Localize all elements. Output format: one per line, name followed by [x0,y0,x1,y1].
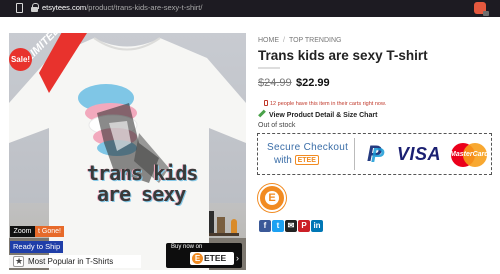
sale-badge: Sale! [9,48,32,71]
price-new: $22.99 [296,77,330,89]
phone-icon [264,100,268,106]
stock-status: Out of stock [258,122,296,129]
star-icon [13,255,24,268]
facebook-share-icon[interactable]: f [259,220,271,232]
etee-logo: E ETEE [190,252,234,265]
breadcrumb: HOME / TOP TRENDING [258,37,341,44]
etee-logo-word: ETEE [204,253,227,263]
design-text-line2: are sexy [97,182,186,206]
secure-checkout-label: Secure Checkout [267,142,349,153]
pencil-icon [258,109,266,118]
etee-badge-letter: E [265,191,279,205]
pinterest-share-icon[interactable]: P [298,220,310,232]
visa-icon: VISA [397,144,442,164]
ready-to-ship-tag: Ready to Ship [10,241,64,253]
page-icon [16,3,23,13]
most-popular-tag[interactable]: Most Popular in T-Shirts [9,255,141,268]
url-text[interactable]: etsytees.com/product/trans-kids-are-sexy… [42,3,202,12]
extension-icon[interactable] [474,2,489,16]
title-divider [258,67,280,69]
linkedin-share-icon[interactable]: in [311,220,323,232]
cart-viewers-text: 12 people have this item in their carts … [270,101,387,107]
etee-mini-logo: ETEE [294,155,319,165]
lock-icon[interactable] [31,3,39,12]
breadcrumb-separator: / [283,37,285,44]
zoom-button[interactable]: Zoom [10,226,35,237]
checkout-with-label: with [274,155,292,166]
mastercard-icon: MasterCard [450,143,489,167]
product-title: Trans kids are sexy T-shirt [258,48,428,63]
buy-now-label: Buy now on [171,244,203,250]
checkout-divider [354,138,355,170]
breadcrumb-category[interactable]: TOP TRENDING [289,37,342,44]
url-host: etsytees.com [42,3,87,12]
size-chart-link[interactable]: View Product Detail & Size Chart [258,109,378,119]
paypal-letter-front: P [371,145,385,167]
etee-logo-icon: E [192,253,203,264]
secure-checkout-with: with ETEE [274,155,319,166]
browser-url-bar[interactable]: etsytees.com/product/trans-kids-are-sexy… [0,0,500,17]
mastercard-label: MasterCard [450,151,489,158]
price-old: $24.99 [258,77,292,89]
secure-checkout-box: Secure Checkout with ETEE PP VISA Master… [257,133,492,175]
chevron-right-icon: › [236,253,239,263]
buy-now-etee-button[interactable]: Buy now on E ETEE › [166,243,242,268]
email-share-icon[interactable]: ✉ [285,220,297,232]
design-text-line1: trans kids [87,161,198,185]
etee-badge-icon[interactable]: E [258,184,286,212]
size-chart-link-label: View Product Detail & Size Chart [269,112,378,119]
breadcrumb-home[interactable]: HOME [258,37,279,44]
url-path: /product/trans-kids-are-sexy-t-shirt/ [86,3,203,12]
stock-tag: t Gone! [35,226,64,237]
cart-viewers-notice: 12 people have this item in their carts … [264,100,386,107]
paypal-icon: PP [365,143,387,167]
most-popular-label: Most Popular in T-Shirts [28,257,114,266]
twitter-share-icon[interactable]: t [272,220,284,232]
